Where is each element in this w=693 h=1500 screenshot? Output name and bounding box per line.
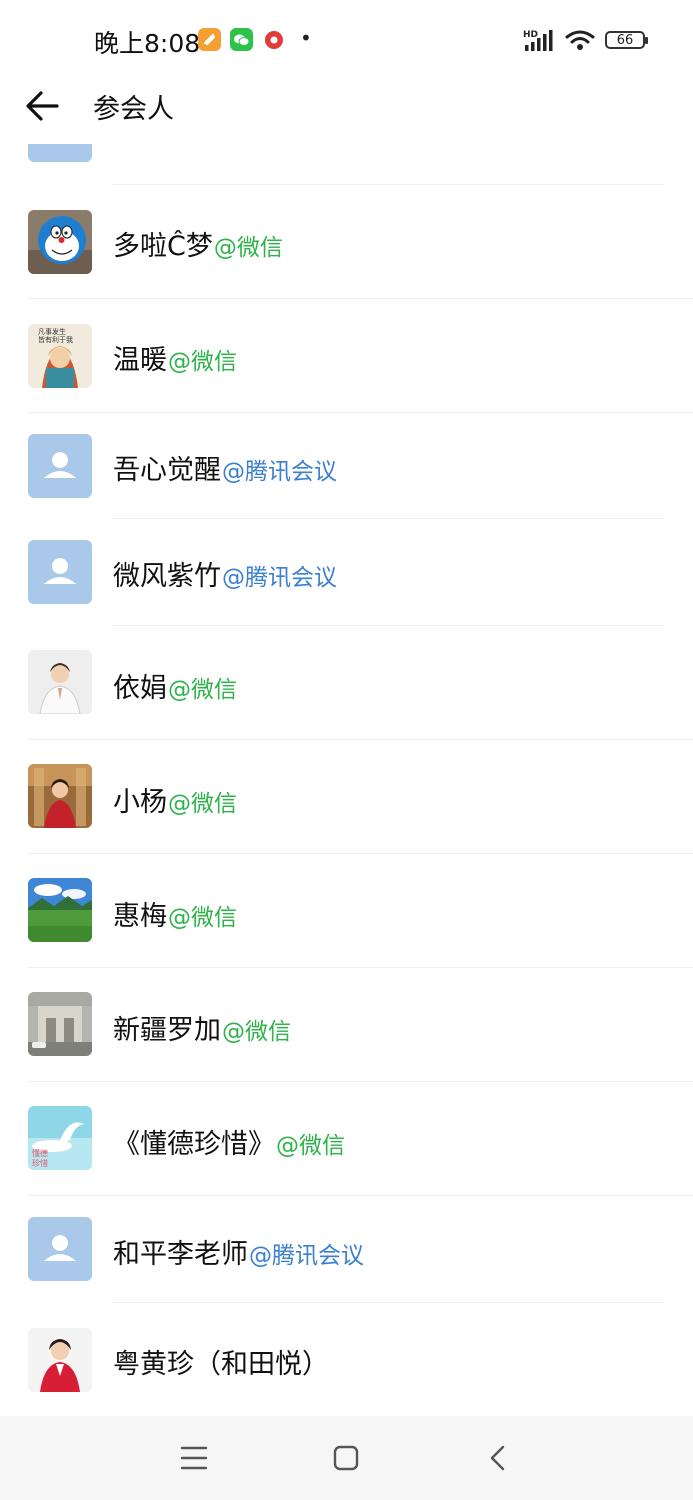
participant-row[interactable]: 新疆罗加@微信 bbox=[0, 968, 693, 1080]
participant-source-tag: @腾讯会议 bbox=[222, 459, 337, 485]
avatar: 懂德 珍惜 bbox=[28, 1106, 92, 1170]
header: 参会人 bbox=[0, 82, 693, 132]
participant-source-tag: @微信 bbox=[168, 677, 237, 703]
participant-source-tag: @微信 bbox=[168, 349, 237, 375]
participant-row[interactable]: 粤黄珍（和田悦） bbox=[0, 1303, 693, 1416]
participant-name-line: 吾心觉醒@腾讯会议 bbox=[113, 448, 337, 487]
participant-source-tag: @微信 bbox=[168, 791, 237, 817]
divider bbox=[112, 518, 664, 519]
avatar-partial bbox=[28, 144, 92, 162]
battery-level: 66 bbox=[616, 32, 634, 48]
participant-source-tag: @微信 bbox=[168, 905, 237, 931]
system-navbar bbox=[0, 1416, 693, 1500]
notification-dot-icon: • bbox=[300, 26, 312, 50]
app-orange-icon bbox=[198, 28, 221, 51]
participant-name-line: 多啦Ĉ梦@微信 bbox=[113, 224, 283, 263]
participant-row[interactable]: 多啦Ĉ梦@微信 bbox=[0, 186, 693, 298]
divider bbox=[28, 298, 693, 299]
battery-icon: 66 bbox=[605, 31, 648, 49]
participant-name: 吾心觉醒 bbox=[113, 455, 221, 486]
svg-text:懂德: 懂德 bbox=[32, 1148, 48, 1158]
avatar bbox=[28, 992, 92, 1056]
participant-name-line: 惠梅@微信 bbox=[113, 894, 237, 933]
avatar: 凡事发生 皆有利于我 bbox=[28, 324, 92, 388]
participant-source-tag: @微信 bbox=[222, 1019, 291, 1045]
divider bbox=[112, 184, 664, 185]
default-avatar-icon bbox=[28, 434, 92, 498]
home-icon[interactable] bbox=[328, 1440, 364, 1476]
participant-row[interactable]: 惠梅@微信 bbox=[0, 854, 693, 966]
participant-name: 新疆罗加 bbox=[113, 1015, 221, 1046]
participant-name-line: 微风紫竹@腾讯会议 bbox=[113, 554, 337, 593]
participant-name-line: 温暖@微信 bbox=[113, 338, 237, 377]
participant-name-line: 《懂德珍惜》@微信 bbox=[113, 1122, 345, 1161]
participant-name-line: 和平李老师@腾讯会议 bbox=[113, 1232, 364, 1271]
participant-source-tag: @腾讯会议 bbox=[222, 565, 337, 591]
participant-name: 小杨 bbox=[113, 787, 167, 818]
participant-name: 多啦Ĉ梦 bbox=[113, 231, 213, 262]
arrow-left-icon[interactable] bbox=[24, 88, 60, 124]
avatar bbox=[28, 650, 92, 714]
back-icon[interactable] bbox=[480, 1440, 516, 1476]
page-title: 参会人 bbox=[93, 94, 174, 125]
participant-name: 依娟 bbox=[113, 673, 167, 704]
participant-row[interactable]: 懂德 珍惜 《懂德珍惜》@微信 bbox=[0, 1082, 693, 1194]
participant-row[interactable]: 和平李老师@腾讯会议 bbox=[0, 1196, 693, 1300]
participant-name-line: 小杨@微信 bbox=[113, 780, 237, 819]
avatar bbox=[28, 878, 92, 942]
participant-source-tag: @微信 bbox=[213, 235, 283, 261]
avatar bbox=[28, 210, 92, 274]
participant-name: 粤黄珍（和田悦） bbox=[113, 1349, 329, 1380]
participant-name: 微风紫竹 bbox=[113, 561, 221, 592]
participant-name: 温暖 bbox=[113, 345, 167, 376]
hd-signal-icon: HD bbox=[523, 30, 553, 51]
participant-row[interactable]: 依娟@微信 bbox=[0, 626, 693, 738]
svg-text:凡事发生: 凡事发生 bbox=[38, 327, 66, 336]
participant-row[interactable]: 吾心觉醒@腾讯会议 bbox=[0, 414, 693, 518]
participant-name-line: 粤黄珍（和田悦） bbox=[113, 1342, 329, 1381]
participant-row[interactable]: 微风紫竹@腾讯会议 bbox=[0, 520, 693, 624]
avatar bbox=[28, 764, 92, 828]
recording-icon bbox=[262, 28, 285, 51]
status-time: 晚上8:08 bbox=[94, 29, 201, 58]
wifi-icon bbox=[565, 30, 595, 50]
participant-name: 《懂德珍惜》 bbox=[113, 1129, 275, 1160]
participant-name-line: 新疆罗加@微信 bbox=[113, 1008, 291, 1047]
default-avatar-icon bbox=[28, 540, 92, 604]
participant-source-tag: @微信 bbox=[276, 1133, 345, 1159]
svg-text:皆有利于我: 皆有利于我 bbox=[38, 335, 73, 344]
status-right: HD 66 bbox=[523, 28, 648, 52]
wechat-icon bbox=[230, 28, 253, 51]
participant-source-tag: @腾讯会议 bbox=[249, 1243, 364, 1269]
avatar bbox=[28, 1328, 92, 1392]
participant-name: 惠梅 bbox=[113, 901, 167, 932]
svg-text:HD: HD bbox=[523, 30, 538, 40]
participant-row[interactable]: 小杨@微信 bbox=[0, 740, 693, 852]
menu-icon[interactable] bbox=[176, 1440, 212, 1476]
participant-name: 和平李老师 bbox=[113, 1239, 248, 1270]
participant-row[interactable]: 凡事发生 皆有利于我 温暖@微信 bbox=[0, 300, 693, 412]
participant-name-line: 依娟@微信 bbox=[113, 666, 237, 705]
status-bar: 晚上8:08 • HD 66 bbox=[0, 0, 693, 82]
default-avatar-icon bbox=[28, 1217, 92, 1281]
svg-text:珍惜: 珍惜 bbox=[32, 1158, 48, 1168]
divider bbox=[28, 412, 693, 413]
